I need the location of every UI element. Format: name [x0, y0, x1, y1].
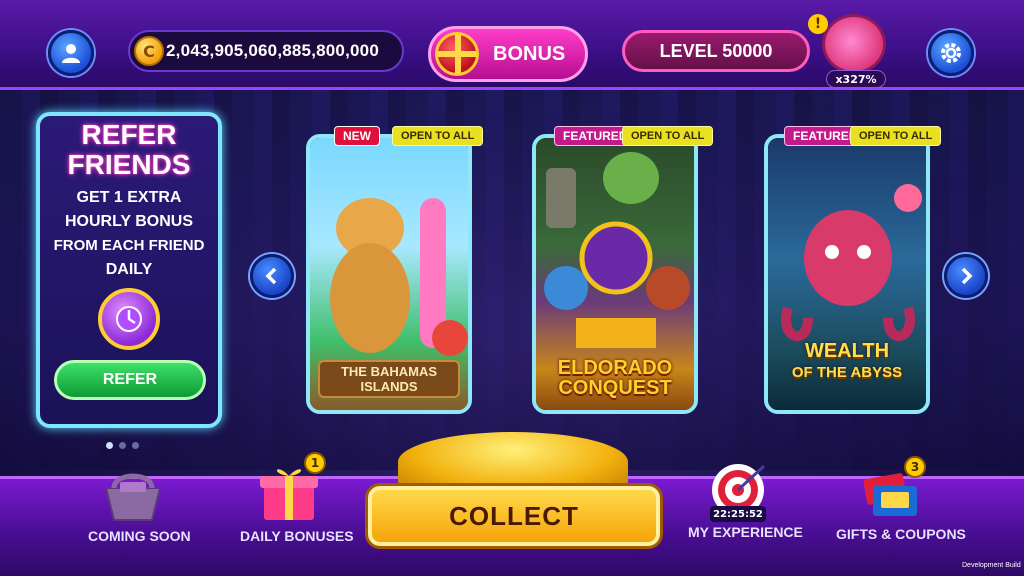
coin-pile	[398, 432, 628, 492]
open-to-all-tag: OPEN TO ALL	[622, 126, 714, 146]
pagination-dot[interactable]	[132, 442, 139, 449]
refer-title-line2: FRIENDS	[67, 149, 191, 180]
carousel-pagination	[106, 442, 139, 449]
refer-title-line1: REFER	[81, 119, 177, 150]
refer-line-1: GET 1 EXTRA	[76, 189, 182, 206]
collect-label: COLLECT	[449, 500, 579, 531]
game-card-wealth-of-the-abyss[interactable]: WEALTH OF THE ABYSS	[764, 134, 930, 414]
piggy-bank-alert-badge: !	[808, 14, 828, 34]
open-to-all-tag: OPEN TO ALL	[850, 126, 942, 146]
coming-soon-label: COMING SOON	[88, 528, 191, 544]
chevron-right-icon	[961, 267, 973, 285]
bonus-button[interactable]: BONUS	[428, 26, 588, 82]
refer-button[interactable]: REFER	[54, 360, 206, 400]
settings-icon	[941, 43, 961, 63]
game-title: WEALTH OF THE ABYSS	[791, 340, 903, 381]
refer-line-2: HOURLY BONUS	[64, 213, 194, 230]
game-card-eldorado-conquest[interactable]: ELDORADO CONQUEST	[532, 134, 698, 414]
daily-bonuses-button[interactable]: DAILY BONUSES	[240, 462, 354, 544]
carousel-next-button[interactable]	[944, 254, 988, 298]
piggy-bank-icon[interactable]	[822, 14, 886, 74]
game-title: THE BAHAMAS ISLANDS	[318, 360, 460, 398]
piggy-multiplier: x327%	[826, 70, 886, 88]
alarm-clock-icon	[98, 288, 160, 350]
refer-line-4: DAILY	[105, 261, 153, 278]
refer-line-3: FROM EACH FRIEND	[53, 237, 205, 254]
my-experience-label: MY EXPERIENCE	[688, 524, 803, 540]
open-to-all-tag: OPEN TO ALL	[392, 126, 484, 146]
daily-bonuses-label: DAILY BONUSES	[240, 528, 354, 544]
coming-soon-button[interactable]: COMING SOON	[88, 470, 191, 544]
chevron-left-icon	[265, 267, 277, 285]
gifts-coupons-button[interactable]: GIFTS & COUPONS	[836, 462, 966, 542]
profile-icon	[62, 44, 80, 63]
coin-balance[interactable]: C 2,043,905,060,885,800,000	[128, 30, 404, 72]
coin-balance-value: 2,043,905,060,885,800,000	[166, 41, 379, 60]
collect-button[interactable]: COLLECT	[368, 486, 660, 546]
level-indicator[interactable]: LEVEL 50000	[622, 30, 810, 72]
profile-button[interactable]	[48, 30, 94, 76]
game-title: ELDORADO CONQUEST	[557, 357, 673, 399]
gifts-coupons-badge: 3	[904, 456, 926, 478]
daily-bonuses-badge: 1	[304, 452, 326, 474]
pagination-dot[interactable]	[119, 442, 126, 449]
bonus-label: BONUS	[493, 42, 566, 65]
gift-icon	[435, 32, 479, 76]
basket-icon	[104, 473, 162, 521]
new-tag: NEW	[334, 126, 380, 146]
pagination-dot[interactable]	[106, 442, 113, 449]
settings-button[interactable]	[928, 30, 974, 76]
refer-description: GET 1 EXTRA HOURLY BONUS FROM EACH FRIEN…	[40, 186, 218, 282]
coin-icon: C	[134, 36, 164, 66]
refer-friends-panel[interactable]: REFER FRIENDS GET 1 EXTRA HOURLY BONUS F…	[36, 112, 222, 428]
gifts-coupons-label: GIFTS & COUPONS	[836, 526, 966, 542]
game-card-bahamas-islands[interactable]: THE BAHAMAS ISLANDS	[306, 134, 472, 414]
my-experience-button[interactable]: MY EXPERIENCE	[688, 462, 803, 540]
carousel-prev-button[interactable]	[250, 254, 294, 298]
refer-button-label: REFER	[102, 371, 158, 388]
experience-timer: 22:25:52	[710, 506, 766, 522]
level-label: LEVEL 50000	[659, 40, 773, 61]
top-bar: C 2,043,905,060,885,800,000 BONUS LEVEL …	[0, 0, 1024, 90]
development-build-label: Development Build	[962, 562, 1021, 569]
